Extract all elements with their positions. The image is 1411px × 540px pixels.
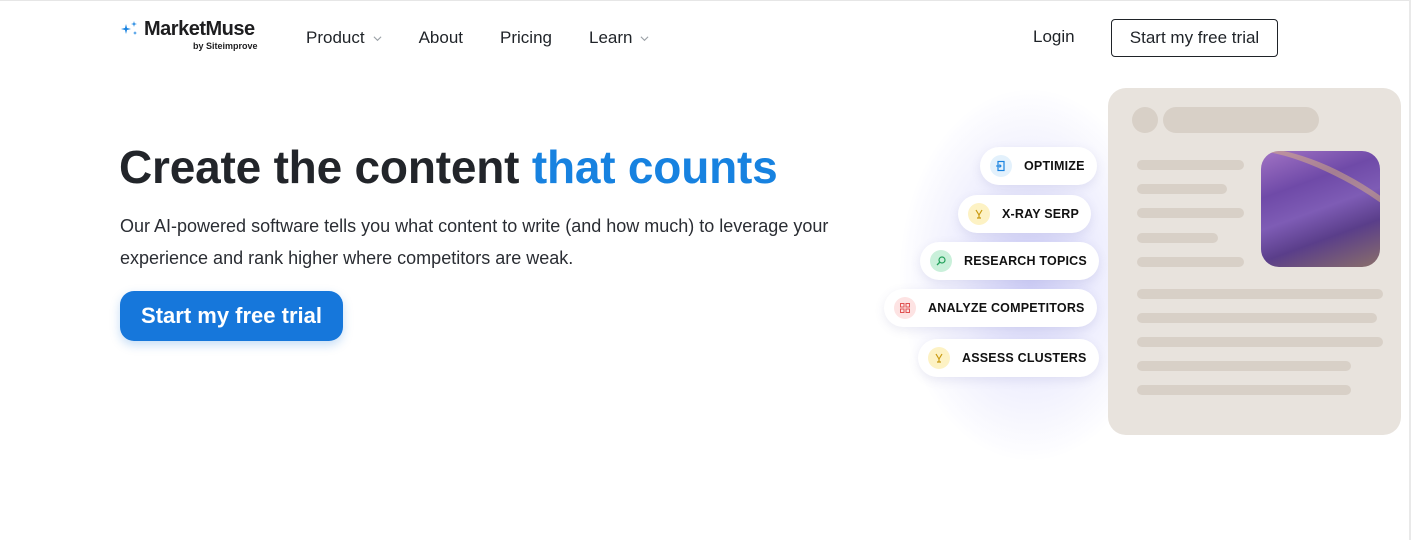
- placeholder-line: [1137, 184, 1227, 194]
- placeholder-image: [1261, 151, 1380, 267]
- hero-title-main: Create the content: [119, 141, 532, 193]
- top-divider: [0, 0, 1411, 1]
- placeholder-line: [1137, 160, 1244, 170]
- login-link[interactable]: Login: [1033, 27, 1075, 47]
- cluster-icon: [928, 347, 950, 369]
- chevron-down-icon: [641, 35, 649, 41]
- feature-pill-label: ANALYZE COMPETITORS: [928, 301, 1085, 315]
- hero-subtitle: Our AI-powered software tells you what c…: [120, 216, 829, 268]
- placeholder-line: [1137, 257, 1244, 267]
- hero-title-accent: that counts: [531, 141, 778, 193]
- feature-pill-optimize[interactable]: OPTIMIZE: [980, 147, 1097, 185]
- feature-pill-xray-serp[interactable]: X-RAY SERP: [958, 195, 1092, 233]
- placeholder-line: [1137, 337, 1383, 347]
- placeholder-line: [1137, 208, 1244, 218]
- xray-icon: [968, 203, 990, 225]
- feature-pill-label: X-RAY SERP: [1002, 207, 1080, 221]
- placeholder-line: [1137, 233, 1218, 243]
- sparkle-icon: [121, 21, 137, 35]
- logo-wordmark: MarketMuse: [144, 18, 255, 40]
- placeholder-title-bar: [1163, 107, 1319, 133]
- hero-start-trial-button[interactable]: Start my free trial: [120, 291, 343, 341]
- feature-pill-analyze-competitors[interactable]: ANALYZE COMPETITORS: [884, 289, 1097, 327]
- document-illustration: [1108, 88, 1401, 435]
- feature-pill-label: OPTIMIZE: [1024, 159, 1085, 173]
- placeholder-avatar: [1132, 107, 1158, 133]
- hero-title: Create the content that counts: [119, 140, 778, 194]
- nav-item-label: About: [418, 28, 464, 47]
- optimize-icon: [990, 155, 1012, 177]
- logo-byline: by Siteimprove: [193, 41, 258, 51]
- logo[interactable]: MarketMuse by Siteimprove: [120, 18, 270, 54]
- placeholder-line: [1137, 289, 1383, 299]
- main-nav: Product About Pricing Learn: [306, 27, 686, 49]
- research-icon: [930, 250, 952, 272]
- placeholder-line: [1137, 361, 1351, 371]
- chevron-down-icon: [373, 35, 382, 41]
- feature-pill-research-topics[interactable]: RESEARCH TOPICS: [920, 242, 1099, 280]
- feature-pill-assess-clusters[interactable]: ASSESS CLUSTERS: [918, 339, 1099, 377]
- placeholder-line: [1137, 385, 1351, 395]
- feature-pill-label: RESEARCH TOPICS: [964, 254, 1087, 268]
- nav-item-product[interactable]: Product: [306, 28, 382, 48]
- placeholder-line: [1137, 313, 1377, 323]
- grid-icon: [894, 297, 916, 319]
- nav-item-learn[interactable]: Learn: [589, 28, 649, 48]
- header-start-trial-button[interactable]: Start my free trial: [1111, 19, 1278, 57]
- nav-item-about[interactable]: About: [419, 28, 463, 48]
- nav-item-label: Product: [306, 28, 365, 47]
- nav-item-label: Pricing: [500, 28, 552, 47]
- nav-item-label: Learn: [589, 28, 633, 47]
- nav-item-pricing[interactable]: Pricing: [500, 28, 552, 48]
- feature-pill-label: ASSESS CLUSTERS: [962, 351, 1087, 365]
